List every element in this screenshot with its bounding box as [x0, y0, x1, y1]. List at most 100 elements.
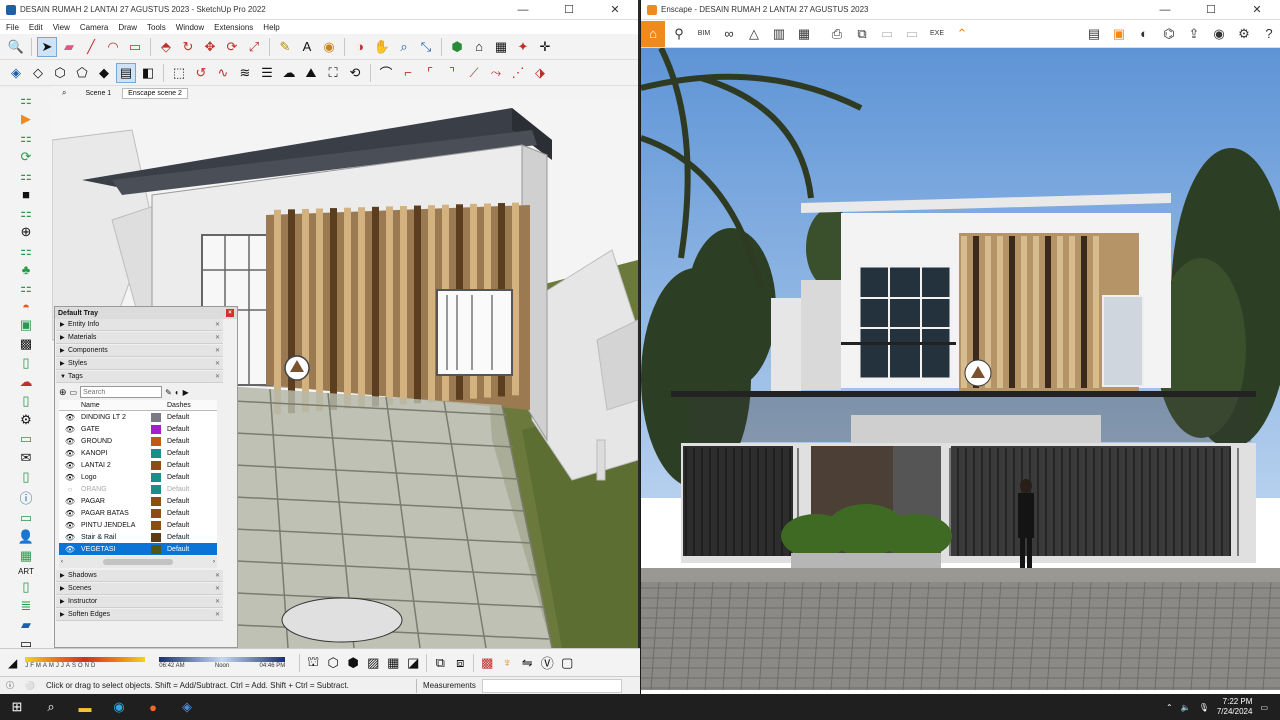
binoculars-icon[interactable]: ∞	[718, 23, 740, 45]
panel-scenes[interactable]: ▶ Scenes ✕	[56, 583, 223, 595]
push-pull-icon[interactable]: ⬘	[156, 37, 176, 57]
info-icon[interactable]: ⓘ	[16, 488, 36, 507]
menu-extensions[interactable]: Extensions	[214, 23, 253, 32]
move-tool-icon[interactable]: ✥	[200, 37, 220, 57]
tag-row[interactable]: 👁 GROUND Default	[59, 435, 217, 447]
tray-chevron-icon[interactable]: ⌃	[1166, 703, 1173, 712]
tag-toggle-2-icon[interactable]: ⚏	[16, 130, 36, 146]
panel-6-icon[interactable]: ▯	[16, 579, 36, 595]
eraser-icon[interactable]: ▰	[59, 37, 79, 57]
measurements-input[interactable]	[481, 678, 622, 693]
bezier-icon[interactable]: ∿	[213, 63, 233, 83]
eye-icon[interactable]: 👁	[59, 461, 81, 470]
tag-color-swatch[interactable]	[145, 472, 167, 482]
tag-dashes[interactable]: Default	[167, 510, 211, 517]
eye-icon[interactable]: 👁	[59, 533, 81, 542]
shaded-icon[interactable]: ◆	[94, 63, 114, 83]
search-icon[interactable]: ⌕	[34, 694, 68, 720]
extrude-icon[interactable]: ⋰	[508, 63, 528, 83]
tag-toggle-4-icon[interactable]: ⚏	[16, 205, 36, 221]
notification-icon[interactable]: ▭	[1260, 703, 1268, 712]
tag-row[interactable]: 👁 GATE Default	[59, 423, 217, 435]
tag-row[interactable]: 👁 DINDING LT 2 Default	[59, 411, 217, 423]
component-icon[interactable]: ⧈	[450, 653, 470, 673]
tag-row[interactable]: 👁 LANTAI 2 Default	[59, 459, 217, 471]
clock[interactable]: 7:22 PM 7/24/2024	[1217, 697, 1253, 717]
settings-icon[interactable]: ⚙	[1233, 23, 1255, 45]
stack-icon[interactable]: ☰	[257, 63, 277, 83]
back-edges-icon[interactable]: ◇	[28, 63, 48, 83]
panel-instructor[interactable]: ▶ Instructor ✕	[56, 596, 223, 608]
pan-icon[interactable]: ✋	[372, 37, 392, 57]
image-export-icon[interactable]: ⎙	[826, 23, 848, 45]
buildings-icon[interactable]: ▥	[768, 23, 790, 45]
eye-icon[interactable]: 👁	[59, 545, 81, 554]
trim-icon[interactable]: ◪	[403, 653, 423, 673]
zoom-icon[interactable]: 🔍	[6, 37, 26, 57]
rotate-tool-icon[interactable]: ⟳	[222, 37, 242, 57]
panel-materials[interactable]: ▶ Materials ✕	[56, 332, 223, 344]
tag-color-swatch[interactable]	[145, 508, 167, 518]
x-ray-icon[interactable]: ◈	[6, 63, 26, 83]
eye-icon[interactable]: 👁	[59, 509, 81, 518]
section-plane-icon[interactable]: ⛫	[303, 653, 323, 673]
layers-icon[interactable]: ≣	[16, 598, 36, 614]
tag-row[interactable]: 👁 PAGAR BATAS Default	[59, 507, 217, 519]
chamfer-icon[interactable]: ⌐	[398, 63, 418, 83]
firefox-icon[interactable]: ●	[136, 694, 170, 720]
batch-icon[interactable]: ⧉	[851, 23, 873, 45]
panorama-icon[interactable]: ▭	[876, 23, 898, 45]
minimize-button[interactable]: —	[500, 0, 546, 20]
eye-icon[interactable]: 👁	[59, 497, 81, 506]
menu-view[interactable]: View	[53, 23, 70, 32]
tag-list-hscroll[interactable]: ‹ ›	[59, 556, 217, 568]
tag-dashes[interactable]: Default	[167, 438, 211, 445]
tag-folder-icon[interactable]: ▭	[70, 388, 78, 397]
visibility-icon[interactable]: ◉	[1208, 23, 1230, 45]
sketchup-taskbar-icon[interactable]: ◈	[170, 694, 204, 720]
tag-color-swatch[interactable]	[145, 412, 167, 422]
layers-tool-icon[interactable]: ≋	[235, 63, 255, 83]
tag-row[interactable]: 👁 Logo Default	[59, 471, 217, 483]
tag-dashes[interactable]: Default	[167, 474, 211, 481]
solid-2-icon[interactable]: ⬢	[343, 653, 363, 673]
tape-measure-icon[interactable]: ✎	[275, 37, 295, 57]
eye-icon[interactable]: 👁	[59, 425, 81, 434]
scene-tab-1[interactable]: Scene 1	[80, 89, 116, 98]
upload-icon[interactable]: ⇪	[1183, 23, 1205, 45]
tag-row[interactable]: 👁 PINTU JENDELA Default	[59, 519, 217, 531]
tag-color-swatch[interactable]	[145, 532, 167, 542]
zoom-tool-icon[interactable]: ⌕	[394, 37, 414, 57]
panel-icon[interactable]: ▯	[16, 355, 36, 371]
follow-me-icon[interactable]: ↻	[178, 37, 198, 57]
shape-tool-icon[interactable]: ▭	[125, 37, 145, 57]
orbit-icon[interactable]: ◑	[350, 37, 370, 57]
axes-icon[interactable]: ✛	[535, 37, 555, 57]
tag-toggle-6-icon[interactable]: ⚏	[16, 280, 36, 296]
panel-shadows[interactable]: ▶ Shadows ✕	[56, 570, 223, 582]
panel-5-icon[interactable]: ▭	[16, 510, 36, 526]
grid-2-icon[interactable]: ▦	[383, 653, 403, 673]
eye-icon[interactable]: 👁	[59, 449, 81, 458]
checker-icon[interactable]: ▩	[16, 336, 36, 352]
line-tool-icon[interactable]: ╱	[81, 37, 101, 57]
settings-gear-icon[interactable]: ⚙	[16, 412, 36, 428]
arc-tool-icon[interactable]: ◠	[103, 37, 123, 57]
panel-soften-edges[interactable]: ▶ Soften Edges ✕	[56, 609, 223, 621]
text-tool-icon[interactable]: A	[297, 37, 317, 57]
v-ray-icon[interactable]: Ⓥ	[537, 653, 557, 673]
extension-manager-icon[interactable]: ✦	[513, 37, 533, 57]
add-tag-icon[interactable]: ⊕	[59, 387, 67, 398]
menu-tools[interactable]: Tools	[147, 23, 166, 32]
tray-close-icon[interactable]: ×	[226, 309, 234, 317]
offset-edge-icon[interactable]: ⌝	[442, 63, 462, 83]
tree-icon[interactable]: ♣	[16, 262, 36, 277]
col-dashes[interactable]: Dashes	[167, 402, 211, 409]
tag-paint-icon[interactable]: ✎	[165, 388, 172, 397]
drape-icon[interactable]: ⛰	[301, 63, 321, 83]
tag-dashes[interactable]: Default	[167, 546, 211, 553]
mirror-icon[interactable]: ⇋	[517, 653, 537, 673]
tag-toggle-icon[interactable]: ⚏	[16, 92, 36, 108]
upload-icon[interactable]: ☁	[16, 374, 36, 390]
shaded-textures-icon[interactable]: ▤	[116, 62, 136, 83]
